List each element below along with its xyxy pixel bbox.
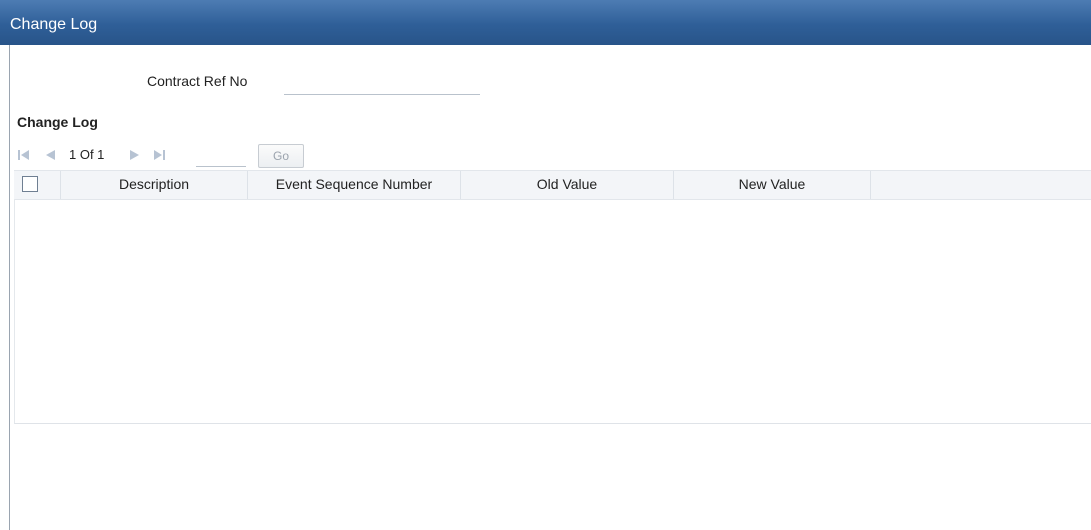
contract-ref-label: Contract Ref No xyxy=(147,73,248,89)
page-number-input[interactable] xyxy=(196,146,246,167)
column-header-description[interactable]: Description xyxy=(61,171,248,199)
select-all-checkbox[interactable] xyxy=(22,176,38,192)
grid-body xyxy=(14,199,1091,424)
select-all-cell xyxy=(14,171,61,199)
column-header-old-value[interactable]: Old Value xyxy=(461,171,674,199)
contract-ref-input[interactable] xyxy=(284,72,480,95)
title-bar: Change Log xyxy=(0,0,1091,45)
window-left-border xyxy=(9,45,10,530)
grid-header: Description Event Sequence Number Old Va… xyxy=(14,170,1091,200)
previous-page-icon[interactable] xyxy=(43,148,57,162)
page-indicator: 1 Of 1 xyxy=(69,147,105,162)
next-page-icon[interactable] xyxy=(128,148,142,162)
column-header-new-value[interactable]: New Value xyxy=(674,171,871,199)
go-button[interactable]: Go xyxy=(258,144,304,168)
section-title: Change Log xyxy=(17,114,98,130)
first-page-icon[interactable] xyxy=(17,148,31,162)
last-page-icon[interactable] xyxy=(152,148,166,162)
column-header-event-sequence-number[interactable]: Event Sequence Number xyxy=(248,171,461,199)
window-title: Change Log xyxy=(10,16,98,33)
